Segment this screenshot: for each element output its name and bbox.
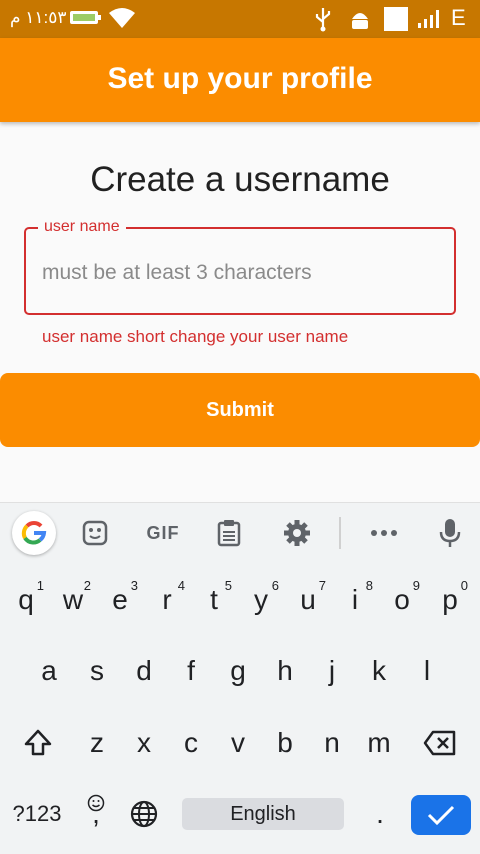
key-x[interactable]: x — [122, 715, 166, 771]
status-time: ١١:٥٣ م — [10, 8, 67, 27]
toolbar-divider — [339, 517, 341, 549]
language-key[interactable] — [122, 786, 166, 842]
clipboard-icon[interactable] — [209, 513, 249, 553]
wifi-icon — [109, 8, 135, 28]
shift-icon — [24, 729, 52, 756]
key-n[interactable]: n — [310, 715, 354, 771]
backspace-icon — [423, 730, 456, 756]
gif-button[interactable]: GIF — [141, 513, 185, 553]
status-bar: ١١:٥٣ م E — [0, 0, 480, 38]
key-i[interactable]: i8 — [333, 572, 377, 628]
sticker-icon[interactable] — [75, 513, 115, 553]
battery-icon — [70, 11, 101, 24]
page-title: Set up your profile — [107, 62, 373, 95]
key-a[interactable]: a — [27, 643, 71, 699]
checkmark-icon — [427, 805, 455, 826]
key-e[interactable]: e3 — [98, 572, 142, 628]
usb-icon — [315, 8, 331, 32]
backspace-key[interactable] — [418, 715, 462, 771]
key-o[interactable]: o9 — [380, 572, 424, 628]
submit-button[interactable]: Submit — [0, 373, 480, 447]
key-t[interactable]: t5 — [192, 572, 236, 628]
shift-key[interactable] — [16, 715, 60, 771]
more-icon[interactable] — [364, 513, 404, 553]
enter-key[interactable] — [411, 795, 471, 835]
mic-icon[interactable] — [430, 513, 470, 553]
key-c[interactable]: c — [169, 715, 213, 771]
emoji-icon — [87, 794, 105, 812]
key-p[interactable]: p0 — [428, 572, 472, 628]
username-error: user name short change your user name — [42, 327, 349, 346]
key-q[interactable]: q1 — [4, 572, 48, 628]
symbols-key[interactable]: ?123 — [8, 786, 66, 842]
key-k[interactable]: k — [357, 643, 401, 699]
google-icon[interactable] — [12, 511, 56, 555]
space-key[interactable]: English — [182, 798, 344, 830]
username-label: user name — [38, 218, 126, 236]
key-f[interactable]: f — [169, 643, 213, 699]
settings-icon[interactable] — [277, 513, 317, 553]
signal-icon — [418, 10, 439, 28]
key-s[interactable]: s — [75, 643, 119, 699]
key-l[interactable]: l — [405, 643, 449, 699]
globe-icon — [130, 800, 158, 828]
key-w[interactable]: w2 — [51, 572, 95, 628]
key-m[interactable]: m — [357, 715, 401, 771]
username-field[interactable]: user name — [24, 218, 456, 315]
soft-keyboard: GIF q1 w2 e3 r4 t5 y6 u7 i8 o9 p0 a s d … — [0, 502, 480, 854]
keyboard-toolbar: GIF — [0, 503, 480, 563]
network-type: E — [451, 5, 466, 30]
section-heading: Create a username — [90, 160, 390, 199]
key-v[interactable]: v — [216, 715, 260, 771]
key-h[interactable]: h — [263, 643, 307, 699]
android-debug-icon — [352, 13, 368, 29]
key-u[interactable]: u7 — [286, 572, 330, 628]
key-r[interactable]: r4 — [145, 572, 189, 628]
comma-key[interactable]: , — [74, 786, 118, 842]
key-b[interactable]: b — [263, 715, 307, 771]
key-d[interactable]: d — [122, 643, 166, 699]
period-key[interactable]: . — [358, 786, 402, 842]
key-j[interactable]: j — [310, 643, 354, 699]
key-y[interactable]: y6 — [239, 572, 283, 628]
app-bar: Set up your profile — [0, 38, 480, 122]
username-input[interactable] — [42, 253, 442, 293]
notification-icon — [384, 7, 408, 31]
key-z[interactable]: z — [75, 715, 119, 771]
key-g[interactable]: g — [216, 643, 260, 699]
